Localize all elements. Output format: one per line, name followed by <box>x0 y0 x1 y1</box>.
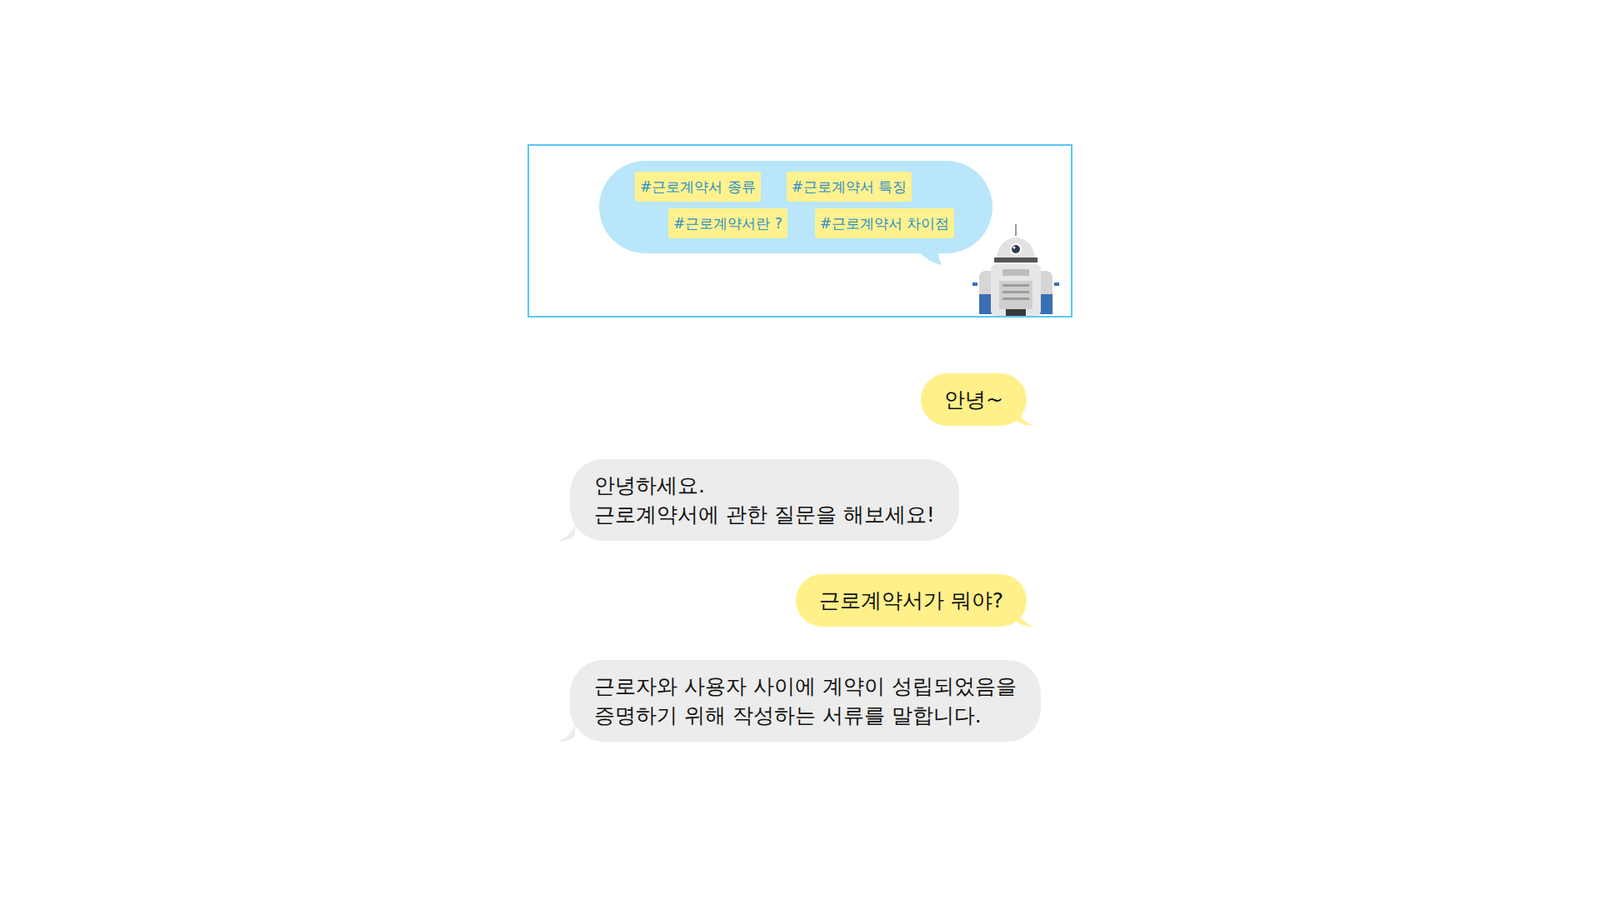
tag-row: #근로계약서 종류 #근로계약서 특징 <box>599 171 993 202</box>
bubble-tail-icon <box>1016 610 1035 627</box>
page: #근로계약서 종류 #근로계약서 특징 #근로계약서란 ? #근로계약서 차이점안녕~… <box>0 0 1600 900</box>
bot-message-bubble: 안녕하세요.근로계약서에 관한 질문을 해보세요! <box>570 459 960 541</box>
message-line: 근로계약서가 뭐야? <box>819 585 1004 615</box>
bot-message-bubble: 근로자와 사용자 사이에 계약이 성립되었음을증명하기 위해 작성하는 서류를 … <box>570 660 1041 742</box>
message-list: 안녕~ 안녕하세요.근로계약서에 관한 질문을 해보세요! 근로계약서가 뭐야? 근로… <box>527 317 1073 742</box>
tag-cloud: #근로계약서 종류 #근로계약서 특징 #근로계약서란 ? #근로계약서 차이점 <box>599 160 993 254</box>
bubble-tail-icon <box>556 725 575 742</box>
message-line: 근로계약서에 관한 질문을 해보세요! <box>594 500 935 530</box>
chat-panel: #근로계약서 종류 #근로계약서 특징 #근로계약서란 ? #근로계약서 차이점안녕~… <box>527 144 1073 900</box>
user-message-bubble: 안녕~ <box>920 373 1027 426</box>
tag-row: #근로계약서란 ? #근로계약서 차이점 <box>599 208 993 239</box>
message-line: 증명하기 위해 작성하는 서류를 말합니다. <box>594 700 1017 730</box>
hashtag-button[interactable]: #근로계약서 특징 <box>786 171 913 202</box>
robot-icon <box>969 222 1066 316</box>
user-message-row: 근로계약서가 뭐야? <box>570 574 1027 627</box>
message-line: 근로자와 사용자 사이에 계약이 성립되었음을 <box>594 671 1017 701</box>
suggestion-banner: #근로계약서 종류 #근로계약서 특징 #근로계약서란 ? #근로계약서 차이점 <box>527 144 1073 318</box>
user-message-bubble: 근로계약서가 뭐야? <box>795 574 1027 627</box>
message-line: 안녕~ <box>944 385 1004 415</box>
bot-message-row: 근로자와 사용자 사이에 계약이 성립되었음을증명하기 위해 작성하는 서류를 … <box>570 660 1027 742</box>
bot-message-row: 안녕하세요.근로계약서에 관한 질문을 해보세요! <box>570 459 1027 541</box>
hashtag-button[interactable]: #근로계약서 종류 <box>635 171 761 202</box>
bubble-tail-icon <box>1016 409 1035 426</box>
bubble-tail-icon <box>556 524 575 541</box>
hashtag-button[interactable]: #근로계약서란 ? <box>668 208 788 239</box>
cloud-tail-icon <box>917 250 943 265</box>
user-message-row: 안녕~ <box>570 373 1027 426</box>
message-line: 안녕하세요. <box>594 470 935 500</box>
hashtag-button[interactable]: #근로계약서 차이점 <box>815 208 955 239</box>
